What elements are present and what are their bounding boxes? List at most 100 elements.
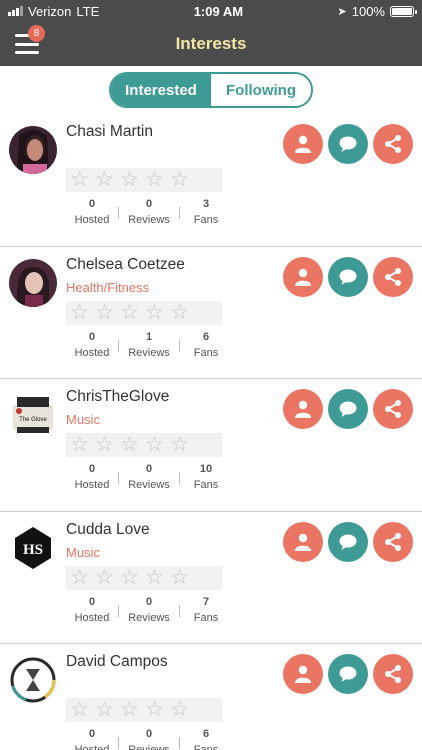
fans-label: Fans xyxy=(193,214,219,226)
tab-following[interactable]: Following xyxy=(211,74,311,106)
star-rating[interactable]: ☆ ☆ ☆ ☆ ☆ xyxy=(66,300,222,325)
hosted-label: Hosted xyxy=(74,611,110,624)
svg-text:The Glove: The Glove xyxy=(19,417,47,423)
share-button[interactable] xyxy=(373,124,413,164)
stat-hosted: 0 Hosted xyxy=(66,331,118,359)
message-button[interactable] xyxy=(328,256,368,297)
star-icon[interactable]: ☆ xyxy=(92,168,117,192)
avatar[interactable] xyxy=(9,258,57,307)
tab-interested[interactable]: Interested xyxy=(111,74,211,106)
user-name[interactable]: ChrisTheGlove xyxy=(66,388,169,406)
avatar[interactable]: HS xyxy=(9,523,57,572)
star-icon[interactable]: ☆ xyxy=(67,566,92,590)
user-name[interactable]: David Campos xyxy=(66,653,168,671)
user-name[interactable]: Chasi Martin xyxy=(66,123,153,141)
star-icon[interactable]: ☆ xyxy=(117,301,142,325)
user-stats: 0 Hosted 0 Reviews 3 Fans xyxy=(66,198,232,226)
chat-bubble-icon xyxy=(339,666,357,682)
user-name[interactable]: Chelsea Coetzee xyxy=(66,256,185,274)
reviews-count: 0 xyxy=(145,728,153,740)
star-rating[interactable]: ☆ ☆ ☆ ☆ ☆ xyxy=(66,433,222,457)
message-button[interactable] xyxy=(328,521,368,562)
star-icon[interactable]: ☆ xyxy=(167,433,192,457)
star-icon[interactable]: ☆ xyxy=(117,698,142,722)
hosted-count: 0 xyxy=(88,198,96,210)
star-icon[interactable]: ☆ xyxy=(142,566,167,590)
share-icon xyxy=(385,665,401,683)
reviews-label: Reviews xyxy=(128,346,170,359)
star-icon[interactable]: ☆ xyxy=(142,301,167,325)
follow-button[interactable] xyxy=(283,521,323,562)
fans-label: Fans xyxy=(193,611,219,624)
follow-button[interactable] xyxy=(283,124,323,164)
star-rating[interactable]: ☆ ☆ ☆ ☆ ☆ xyxy=(66,168,222,192)
hosted-count: 0 xyxy=(88,463,96,475)
user-category: Music xyxy=(66,544,100,560)
hosted-label: Hosted xyxy=(74,346,110,359)
list-item[interactable]: HS Cudda Love Music ☆ ☆ ☆ ☆ ☆ 0 Hosted 0… xyxy=(0,512,422,644)
user-stats: 0 Hosted 0 Reviews 6 Fans xyxy=(66,728,232,750)
chat-bubble-icon xyxy=(339,401,357,417)
star-icon[interactable]: ☆ xyxy=(92,433,117,457)
star-icon[interactable]: ☆ xyxy=(92,698,117,722)
avatar[interactable] xyxy=(9,656,57,704)
star-icon[interactable]: ☆ xyxy=(67,698,92,722)
share-icon xyxy=(385,400,401,418)
user-name[interactable]: Cudda Love xyxy=(66,521,150,539)
star-icon[interactable]: ☆ xyxy=(142,433,167,457)
profile-photo xyxy=(9,258,57,307)
stat-hosted: 0 Hosted xyxy=(66,463,118,491)
star-icon[interactable]: ☆ xyxy=(67,301,92,325)
star-icon[interactable]: ☆ xyxy=(167,566,192,590)
notification-badge: 8 xyxy=(28,25,45,42)
share-button[interactable] xyxy=(373,521,413,562)
segment-control: Interested Following xyxy=(109,72,313,108)
star-icon[interactable]: ☆ xyxy=(142,698,167,722)
profile-photo xyxy=(9,656,57,704)
hosted-count: 0 xyxy=(88,595,96,608)
star-icon[interactable]: ☆ xyxy=(142,168,167,192)
user-list: Chasi Martin ☆ ☆ ☆ ☆ ☆ 0 Hosted 0 Review… xyxy=(0,114,422,750)
star-icon[interactable]: ☆ xyxy=(117,168,142,192)
user-stats: 0 Hosted 0 Reviews 10 Fans xyxy=(66,463,232,491)
list-item[interactable]: David Campos ☆ ☆ ☆ ☆ ☆ 0 Hosted 0 Review… xyxy=(0,644,422,750)
star-rating[interactable]: ☆ ☆ ☆ ☆ ☆ xyxy=(66,565,222,590)
message-button[interactable] xyxy=(328,654,368,694)
follow-button[interactable] xyxy=(283,389,323,429)
chat-bubble-icon xyxy=(339,136,357,152)
share-button[interactable] xyxy=(373,654,413,694)
action-buttons xyxy=(283,124,413,164)
share-button[interactable] xyxy=(373,389,413,429)
fans-count: 10 xyxy=(199,463,213,475)
star-icon[interactable]: ☆ xyxy=(167,168,192,192)
fans-count: 6 xyxy=(202,728,210,740)
follow-button[interactable] xyxy=(283,654,323,694)
person-icon xyxy=(295,400,311,418)
star-icon[interactable]: ☆ xyxy=(167,698,192,722)
user-stats: 0 Hosted 1 Reviews 6 Fans xyxy=(66,331,232,359)
star-icon[interactable]: ☆ xyxy=(92,566,117,590)
follow-button[interactable] xyxy=(283,256,323,297)
list-item[interactable]: Chasi Martin ☆ ☆ ☆ ☆ ☆ 0 Hosted 0 Review… xyxy=(0,114,422,247)
message-button[interactable] xyxy=(328,389,368,429)
star-icon[interactable]: ☆ xyxy=(117,433,142,457)
fans-count: 7 xyxy=(202,595,210,608)
reviews-count: 0 xyxy=(145,198,153,210)
share-button[interactable] xyxy=(373,256,413,297)
stat-fans: 10 Fans xyxy=(180,463,232,491)
star-icon[interactable]: ☆ xyxy=(67,168,92,192)
avatar[interactable] xyxy=(9,126,57,174)
star-icon[interactable]: ☆ xyxy=(167,301,192,325)
star-icon[interactable]: ☆ xyxy=(67,433,92,457)
star-icon[interactable]: ☆ xyxy=(92,301,117,325)
avatar[interactable]: The Glove xyxy=(9,391,57,439)
message-button[interactable] xyxy=(328,124,368,164)
stat-reviews: 0 Reviews xyxy=(119,198,179,226)
star-icon[interactable]: ☆ xyxy=(117,566,142,590)
list-item[interactable]: Chelsea Coetzee Health/Fitness ☆ ☆ ☆ ☆ ☆… xyxy=(0,247,422,379)
list-item[interactable]: The Glove ChrisTheGlove Music ☆ ☆ ☆ ☆ ☆ … xyxy=(0,379,422,512)
reviews-label: Reviews xyxy=(128,479,170,491)
status-right: ➤ 100% xyxy=(338,4,417,19)
star-rating[interactable]: ☆ ☆ ☆ ☆ ☆ xyxy=(66,698,222,722)
clock: 1:09 AM xyxy=(193,3,244,19)
